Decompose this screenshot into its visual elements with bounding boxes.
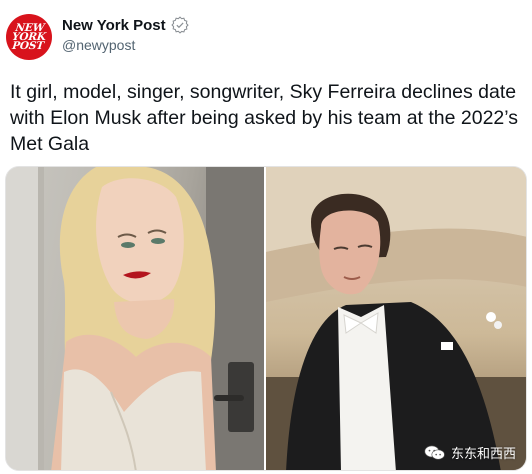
tweet: NEW YORK POST New York Post @newypost It… [0, 0, 532, 474]
account-handle[interactable]: @newypost [62, 37, 189, 53]
tweet-author: New York Post @newypost [62, 16, 189, 53]
watermark: 东东和西西 [424, 443, 516, 462]
wechat-icon [424, 445, 445, 460]
tweet-media[interactable]: 东东和西西 [5, 166, 527, 471]
name-row: New York Post [62, 16, 189, 34]
tweet-text: It girl, model, singer, songwriter, Sky … [10, 81, 519, 155]
watermark-text: 东东和西西 [450, 447, 516, 462]
verified-badge-icon [170, 16, 189, 34]
account-avatar[interactable]: NEW YORK POST [6, 14, 52, 60]
photo-right-illustration [266, 167, 526, 470]
photo-left-illustration [6, 167, 264, 470]
display-name[interactable]: New York Post [62, 17, 166, 34]
new-york-post-logo: NEW YORK POST [11, 21, 47, 52]
photo-elon-musk[interactable]: 东东和西西 [266, 167, 526, 470]
photo-sky-ferreira[interactable] [6, 167, 264, 470]
